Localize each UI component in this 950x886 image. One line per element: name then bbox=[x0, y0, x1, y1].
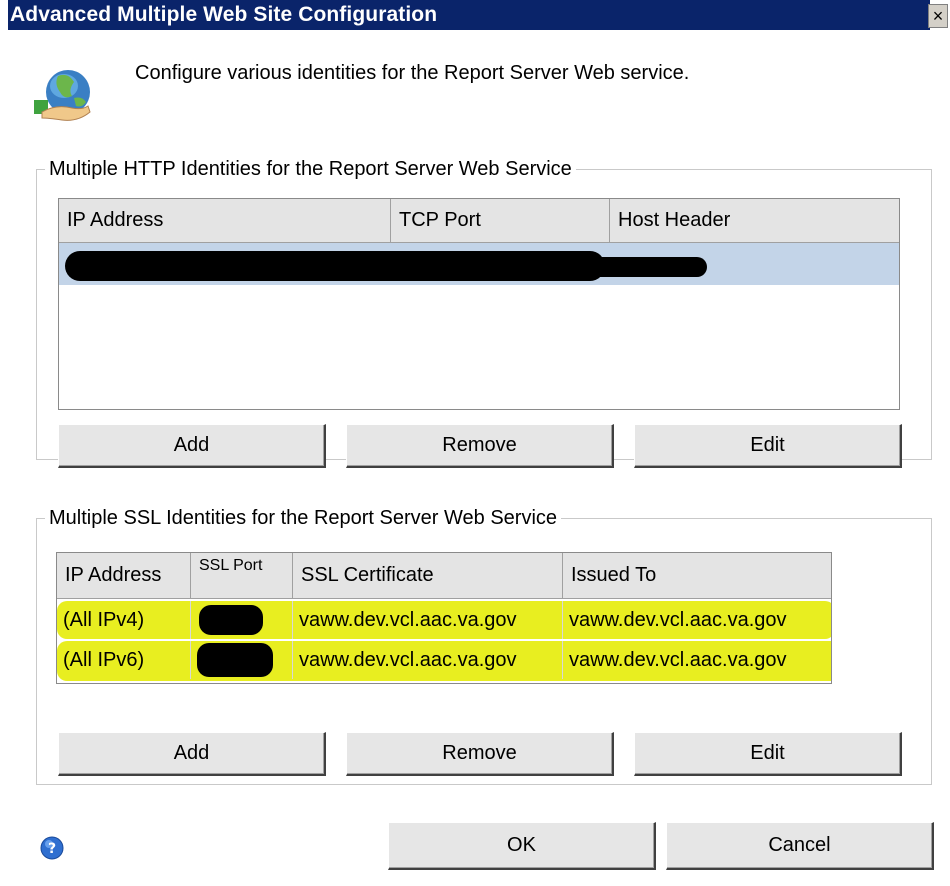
table-row[interactable] bbox=[59, 243, 899, 285]
ssl-row-issued-to: vaww.dev.vcl.aac.va.gov bbox=[569, 609, 787, 631]
column-header-ssl-certificate[interactable]: SSL Certificate bbox=[293, 553, 563, 599]
http-remove-label: Remove bbox=[442, 434, 517, 456]
ssl-identities-table: IP Address SSL Port SSL Certificate Issu… bbox=[56, 552, 832, 684]
ssl-remove-label: Remove bbox=[442, 742, 517, 764]
http-add-label: Add bbox=[173, 434, 210, 456]
intro-text: Configure various identities for the Rep… bbox=[135, 62, 690, 84]
column-header-tcp-port[interactable]: TCP Port bbox=[391, 199, 610, 243]
ssl-row-issued-to: vaww.dev.vcl.aac.va.gov bbox=[569, 649, 787, 671]
ssl-row-certificate: vaww.dev.vcl.aac.va.gov bbox=[293, 601, 563, 639]
redaction-mark bbox=[579, 257, 707, 277]
column-header-host-header[interactable]: Host Header bbox=[610, 199, 899, 243]
ssl-remove-button[interactable]: Remove bbox=[346, 732, 614, 776]
http-group-legend: Multiple HTTP Identities for the Report … bbox=[45, 158, 576, 181]
http-remove-button[interactable]: Remove bbox=[346, 424, 614, 468]
close-icon: × bbox=[932, 6, 944, 26]
ok-button[interactable]: OK bbox=[388, 822, 656, 870]
ssl-add-button[interactable]: Add bbox=[58, 732, 326, 776]
column-header-ip-address[interactable]: IP Address bbox=[57, 553, 191, 599]
title-bar: Advanced Multiple Web Site Configuration… bbox=[0, 0, 950, 36]
close-button[interactable]: × bbox=[928, 4, 948, 28]
cancel-label: Cancel bbox=[768, 834, 831, 856]
ssl-add-label: Add bbox=[173, 742, 210, 764]
cancel-button[interactable]: Cancel bbox=[666, 822, 934, 870]
ssl-row-ip: (All IPv6) bbox=[57, 641, 191, 679]
ssl-group-legend: Multiple SSL Identities for the Report S… bbox=[45, 507, 562, 530]
ssl-row-port bbox=[191, 641, 293, 679]
redaction-mark bbox=[197, 643, 273, 677]
http-add-button[interactable]: Add bbox=[58, 424, 326, 468]
column-header-ssl-port[interactable]: SSL Port bbox=[191, 553, 293, 599]
svg-text:?: ? bbox=[48, 841, 56, 857]
window-title: Advanced Multiple Web Site Configuration bbox=[10, 3, 438, 26]
redaction-mark bbox=[65, 251, 605, 281]
ssl-row-port bbox=[191, 601, 293, 639]
http-edit-button[interactable]: Edit bbox=[634, 424, 902, 468]
column-header-ip-address[interactable]: IP Address bbox=[59, 199, 391, 243]
ssl-row-ip: (All IPv4) bbox=[57, 601, 191, 639]
ssl-edit-button[interactable]: Edit bbox=[634, 732, 902, 776]
table-row[interactable]: (All IPv4) vaww.dev.vcl.aac.va.gov vaww.… bbox=[57, 601, 831, 639]
ssl-edit-label: Edit bbox=[750, 742, 785, 764]
ssl-row-certificate: vaww.dev.vcl.aac.va.gov bbox=[293, 641, 563, 679]
globe-icon bbox=[34, 70, 91, 121]
column-header-issued-to[interactable]: Issued To bbox=[563, 553, 831, 599]
http-identities-table: IP Address TCP Port Host Header bbox=[58, 198, 900, 410]
redaction-mark bbox=[199, 605, 263, 635]
http-edit-label: Edit bbox=[750, 434, 785, 456]
help-icon[interactable]: ? bbox=[40, 836, 64, 860]
table-row[interactable]: (All IPv6) vaww.dev.vcl.aac.va.gov vaww.… bbox=[57, 641, 831, 679]
ok-label: OK bbox=[507, 834, 536, 856]
